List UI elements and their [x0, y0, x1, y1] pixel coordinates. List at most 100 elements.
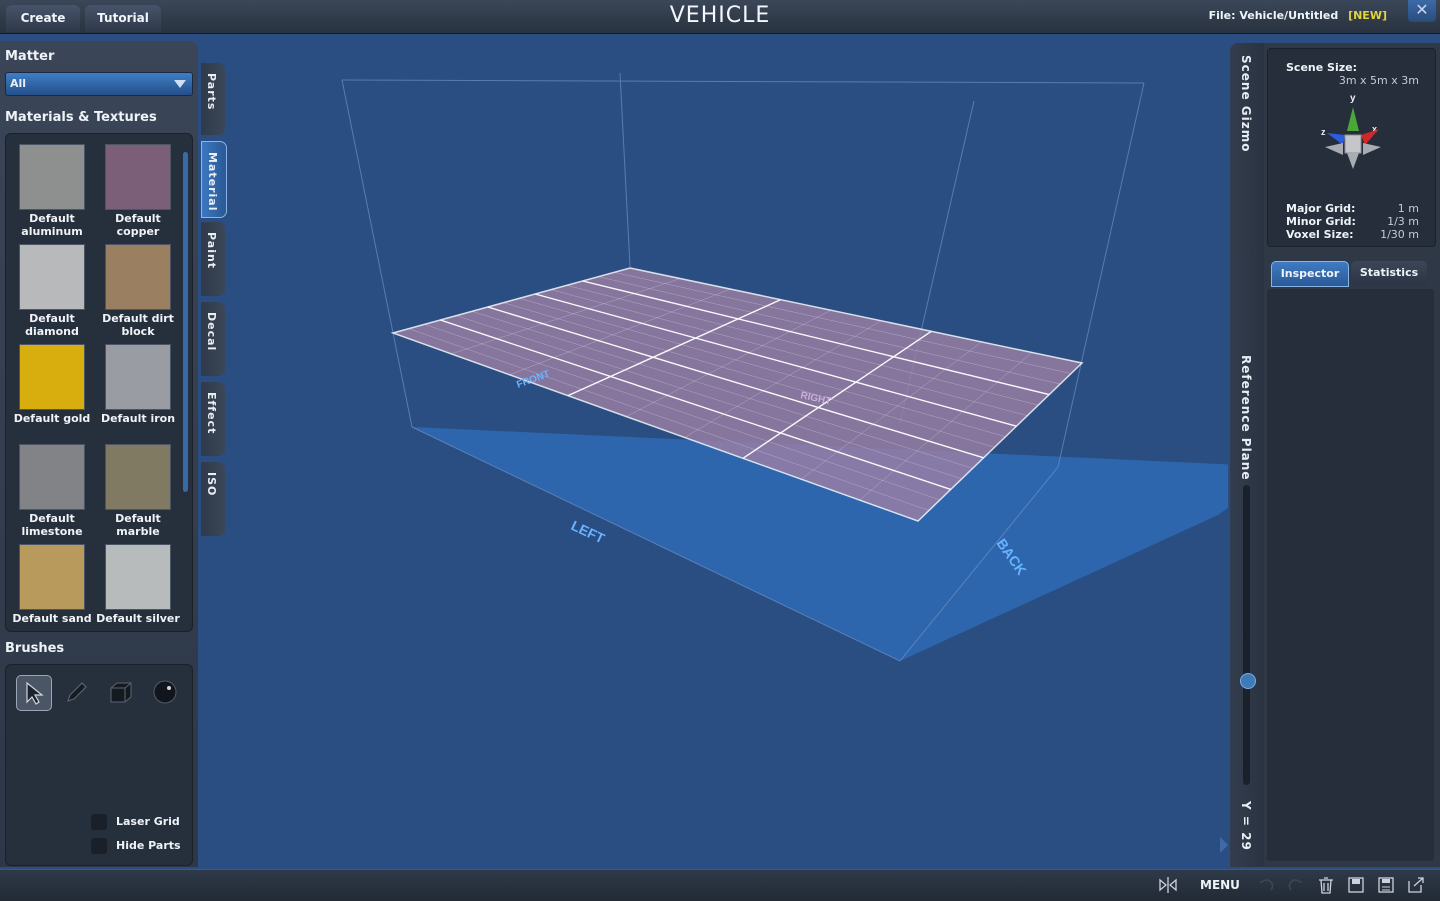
- laser-grid-option[interactable]: Laser Grid: [91, 814, 180, 830]
- material-swatch: [19, 144, 85, 210]
- material-label: Default gold: [13, 412, 91, 425]
- reference-plane-slider[interactable]: [1243, 485, 1250, 785]
- hide-parts-option[interactable]: Hide Parts: [91, 838, 181, 854]
- material-label: Default iron: [100, 412, 176, 425]
- tab-material[interactable]: Material: [201, 141, 227, 218]
- menu-button[interactable]: MENU: [1200, 878, 1240, 892]
- matter-title: Matter: [5, 49, 55, 64]
- viewport-right-arrow-icon[interactable]: [1220, 837, 1228, 853]
- tab-effect[interactable]: Effect: [201, 382, 225, 456]
- app-title: VEHICLE: [669, 3, 771, 28]
- material-label: Default aluminum: [21, 212, 83, 238]
- material-item[interactable]: Default copper: [95, 144, 181, 238]
- material-item[interactable]: Default limestone: [9, 444, 95, 538]
- material-swatch: [105, 344, 171, 410]
- materials-title: Materials & Textures: [5, 110, 157, 125]
- x-arrow[interactable]: [1361, 129, 1379, 145]
- brush-select-button[interactable]: [16, 675, 52, 711]
- laser-grid-checkbox[interactable]: [91, 814, 107, 830]
- hide-parts-label: Hide Parts: [116, 839, 181, 852]
- brushes-title: Brushes: [5, 641, 65, 656]
- right-panel: Scene Size: 3m x 5m x 3m y z x Major Gri…: [1264, 43, 1440, 867]
- material-item[interactable]: Default diamond: [9, 244, 95, 338]
- material-item[interactable]: Default gold: [9, 344, 95, 425]
- trash-icon[interactable]: [1316, 876, 1336, 894]
- brush-sphere-button[interactable]: [148, 675, 182, 709]
- undo-icon[interactable]: [1256, 876, 1276, 894]
- axis-gizmo[interactable]: y z x: [1313, 89, 1393, 173]
- voxel-size-value: 1/30 m: [1380, 228, 1419, 241]
- brush-pencil-button[interactable]: [60, 675, 94, 709]
- material-label: Default sand: [12, 612, 92, 625]
- close-button[interactable]: ✕: [1408, 0, 1436, 22]
- tab-iso[interactable]: ISO: [201, 462, 225, 536]
- scene-size-value: 3m x 5m x 3m: [1338, 74, 1419, 87]
- major-grid-value: 1 m: [1397, 202, 1419, 215]
- matter-dropdown[interactable]: All: [5, 72, 193, 96]
- brush-box-button[interactable]: [104, 675, 138, 709]
- tab-create[interactable]: Create: [6, 5, 80, 32]
- left-panel: Matter All Materials & Textures Default …: [0, 41, 198, 867]
- material-swatch: [105, 244, 171, 310]
- hide-parts-checkbox[interactable]: [91, 838, 107, 854]
- material-swatch: [19, 344, 85, 410]
- material-swatch: [19, 244, 85, 310]
- tab-inspector[interactable]: Inspector: [1271, 261, 1349, 287]
- material-label: Default diamond: [25, 312, 79, 338]
- reference-plane-tab[interactable]: Reference Plane: [1239, 355, 1253, 480]
- top-bar: Create Tutorial VEHICLE File: Vehicle/Un…: [0, 0, 1440, 34]
- save-icon[interactable]: [1346, 876, 1366, 894]
- reference-plane-slider-thumb[interactable]: [1240, 673, 1256, 689]
- sphere-icon: [153, 680, 177, 704]
- redo-icon[interactable]: [1286, 876, 1306, 894]
- tab-tutorial[interactable]: Tutorial: [85, 5, 161, 32]
- material-item[interactable]: Default marble: [95, 444, 181, 538]
- material-label: Default copper: [115, 212, 161, 238]
- save-as-icon[interactable]: [1376, 876, 1396, 894]
- cube-icon: [110, 682, 132, 703]
- right-rail: Scene Gizmo Reference Plane Y = 29: [1230, 43, 1264, 867]
- tab-paint[interactable]: Paint: [201, 222, 225, 296]
- tab-paint-label: Paint: [205, 232, 218, 270]
- y-arrow[interactable]: [1347, 107, 1359, 131]
- inspector-panel: [1267, 289, 1434, 861]
- material-swatch: [105, 444, 171, 510]
- file-info: File: Vehicle/Untitled [NEW]: [1209, 9, 1387, 22]
- tab-decal-label: Decal: [205, 312, 218, 352]
- scene-canvas[interactable]: FRONT RIGHT LEFT BACK: [214, 33, 1286, 869]
- scene-size-label: Scene Size:: [1286, 61, 1357, 74]
- tab-parts-label: Parts: [205, 73, 218, 111]
- scene-viewport[interactable]: FRONT RIGHT LEFT BACK: [214, 33, 1286, 869]
- label-left: LEFT: [569, 517, 608, 546]
- bottom-bar: MENU: [0, 869, 1440, 901]
- tab-iso-label: ISO: [205, 472, 218, 497]
- voxel-size-label: Voxel Size:: [1286, 228, 1354, 241]
- material-item[interactable]: Default silver: [95, 544, 181, 625]
- laser-grid-label: Laser Grid: [116, 815, 180, 828]
- select-arrow-icon: [26, 681, 44, 705]
- tab-parts[interactable]: Parts: [201, 63, 225, 135]
- material-item[interactable]: Default dirt block: [95, 244, 181, 338]
- pencil-icon: [67, 682, 87, 702]
- mirror-icon[interactable]: [1158, 876, 1178, 894]
- tab-decal[interactable]: Decal: [201, 302, 225, 376]
- y-value-readout: Y = 29: [1239, 801, 1253, 851]
- tab-material-label: Material: [206, 152, 219, 212]
- tab-statistics[interactable]: Statistics: [1351, 261, 1427, 285]
- minor-grid-value: 1/3 m: [1387, 215, 1419, 228]
- materials-scrollbar[interactable]: [183, 152, 188, 492]
- scene-gizmo-tab[interactable]: Scene Gizmo: [1239, 55, 1253, 152]
- scene-gizmo-box: Scene Size: 3m x 5m x 3m y z x Major Gri…: [1267, 48, 1436, 247]
- material-label: Default marble: [115, 512, 161, 538]
- file-label: File:: [1208, 9, 1236, 22]
- material-item[interactable]: Default aluminum: [9, 144, 95, 238]
- minor-grid-label: Minor Grid:: [1286, 215, 1356, 228]
- material-swatch: [19, 444, 85, 510]
- material-item[interactable]: Default iron: [95, 344, 181, 425]
- chevron-down-icon: [174, 80, 186, 88]
- file-status-badge: [NEW]: [1348, 9, 1387, 22]
- tab-effect-label: Effect: [205, 392, 218, 435]
- export-icon[interactable]: [1406, 876, 1426, 894]
- material-item[interactable]: Default sand: [9, 544, 95, 625]
- matter-dropdown-value: All: [10, 77, 27, 90]
